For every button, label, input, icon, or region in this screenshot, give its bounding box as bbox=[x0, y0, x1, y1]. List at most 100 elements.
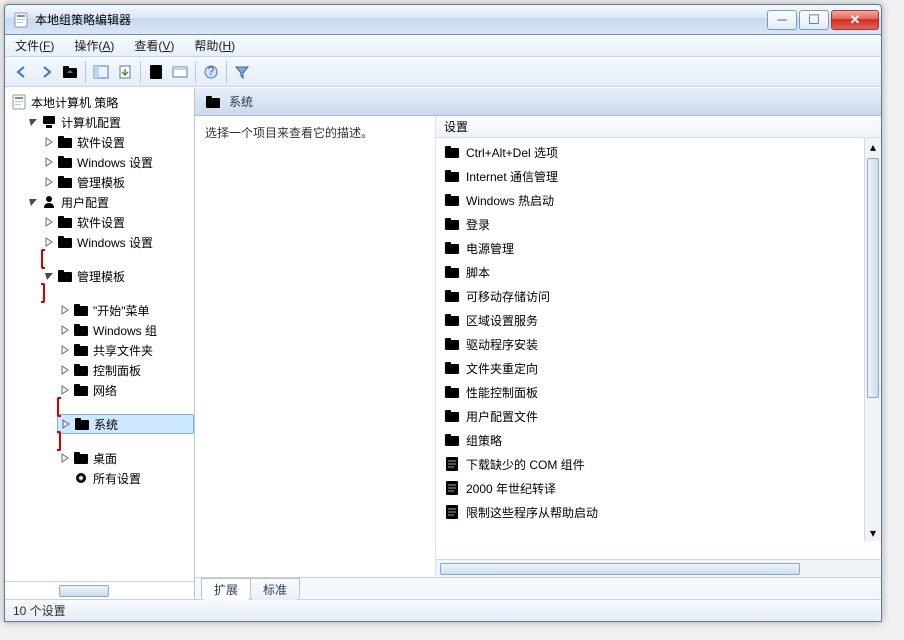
tree-horizontal-scrollbar[interactable] bbox=[5, 581, 194, 599]
forward-button[interactable] bbox=[35, 61, 57, 83]
menu-file[interactable]: 文件(F) bbox=[11, 35, 58, 56]
list-item[interactable]: 性能控制面板 bbox=[436, 380, 881, 404]
horizontal-scrollbar[interactable] bbox=[436, 559, 881, 577]
detail-tabs: 扩展 标准 bbox=[195, 577, 881, 599]
tree-item[interactable]: 软件设置 bbox=[41, 212, 194, 232]
tree-label: 桌面 bbox=[93, 450, 117, 467]
scrollbar-thumb[interactable] bbox=[440, 563, 800, 575]
tree-admin-templates[interactable]: 管理模板 bbox=[41, 266, 194, 286]
minimize-button[interactable]: ─ bbox=[767, 10, 797, 30]
tab-standard[interactable]: 标准 bbox=[250, 578, 300, 600]
scroll-down-icon[interactable]: ▾ bbox=[865, 524, 881, 541]
scroll-up-icon[interactable]: ▴ bbox=[865, 138, 881, 155]
separator-icon bbox=[195, 61, 196, 83]
tree-item-控制面板[interactable]: 控制面板 bbox=[57, 360, 194, 380]
tab-extended[interactable]: 扩展 bbox=[201, 578, 251, 600]
list-item[interactable]: 用户配置文件 bbox=[436, 404, 881, 428]
tree-label: Windows 组 bbox=[93, 322, 157, 339]
expander-icon[interactable] bbox=[59, 452, 71, 464]
folder-icon bbox=[57, 174, 73, 190]
list-item[interactable]: Windows 热启动 bbox=[436, 188, 881, 212]
list-item-label: 用户配置文件 bbox=[466, 408, 538, 425]
expander-icon[interactable] bbox=[43, 270, 55, 282]
menu-action[interactable]: 操作(A) bbox=[70, 35, 118, 56]
app-window: 本地组策略编辑器 ─ ☐ ✕ 文件(F) 操作(A) 查看(V) 帮助(H) ? bbox=[4, 4, 882, 622]
expander-icon[interactable] bbox=[27, 196, 39, 208]
list-item[interactable]: 下载缺少的 COM 组件 bbox=[436, 452, 881, 476]
maximize-button[interactable]: ☐ bbox=[799, 10, 829, 30]
tree-item-共享文件夹[interactable]: 共享文件夹 bbox=[57, 340, 194, 360]
tree-item[interactable]: 软件设置 bbox=[41, 132, 194, 152]
status-text: 10 个设置 bbox=[13, 602, 66, 619]
list-item-label: Internet 通信管理 bbox=[466, 168, 558, 185]
expander-icon[interactable] bbox=[43, 236, 55, 248]
tree-view[interactable]: 本地计算机 策略 计算机配置 软件设置 bbox=[5, 88, 194, 581]
tree-item-Windows 组[interactable]: Windows 组 bbox=[57, 320, 194, 340]
expander-icon[interactable] bbox=[59, 384, 71, 396]
expander-icon[interactable] bbox=[43, 216, 55, 228]
expander-icon[interactable] bbox=[59, 472, 71, 484]
list-item[interactable]: 登录 bbox=[436, 212, 881, 236]
close-button[interactable]: ✕ bbox=[831, 10, 879, 30]
list-item[interactable]: 2000 年世纪转译 bbox=[436, 476, 881, 500]
help-button[interactable]: ? bbox=[200, 61, 222, 83]
expander-icon[interactable] bbox=[59, 324, 71, 336]
vertical-scrollbar[interactable]: ▴ ▾ bbox=[864, 138, 881, 541]
tree-item[interactable]: Windows 设置 bbox=[41, 152, 194, 172]
list-item[interactable]: 文件夹重定向 bbox=[436, 356, 881, 380]
list-item[interactable]: 区域设置服务 bbox=[436, 308, 881, 332]
list-item[interactable]: 电源管理 bbox=[436, 236, 881, 260]
expander-icon[interactable] bbox=[43, 176, 55, 188]
menu-view[interactable]: 查看(V) bbox=[130, 35, 178, 56]
window-title: 本地组策略编辑器 bbox=[35, 11, 767, 28]
tree-item-"开始"菜单[interactable]: "开始"菜单 bbox=[57, 300, 194, 320]
expander-icon[interactable] bbox=[59, 364, 71, 376]
tree-item-网络[interactable]: 网络 bbox=[57, 380, 194, 400]
tree-label: 共享文件夹 bbox=[93, 342, 153, 359]
tree-label: 所有设置 bbox=[93, 470, 141, 487]
tree-item-桌面[interactable]: 桌面 bbox=[57, 448, 194, 468]
settings-list[interactable]: Ctrl+Alt+Del 选项 Internet 通信管理 Windows 热启动登… bbox=[436, 138, 881, 559]
refresh-button[interactable] bbox=[169, 61, 191, 83]
scrollbar-thumb[interactable] bbox=[867, 158, 879, 398]
column-header-settings[interactable]: 设置 bbox=[436, 116, 881, 138]
root-icon bbox=[11, 94, 27, 110]
tree-root[interactable]: 本地计算机 策略 bbox=[9, 92, 194, 112]
up-button[interactable] bbox=[59, 61, 81, 83]
list-item[interactable]: 可移动存储访问 bbox=[436, 284, 881, 308]
list-item[interactable]: Internet 通信管理 bbox=[436, 164, 881, 188]
scrollbar-thumb[interactable] bbox=[59, 585, 109, 597]
list-item-label: 组策略 bbox=[466, 432, 502, 449]
tree-label: 控制面板 bbox=[93, 362, 141, 379]
column-header-label: 设置 bbox=[444, 118, 468, 135]
list-item[interactable]: 组策略 bbox=[436, 428, 881, 452]
tree-user-config[interactable]: 用户配置 bbox=[25, 192, 194, 212]
expander-icon[interactable] bbox=[43, 156, 55, 168]
gear-icon bbox=[73, 470, 89, 486]
list-item[interactable]: 脚本 bbox=[436, 260, 881, 284]
list-item[interactable]: 驱动程序安装 bbox=[436, 332, 881, 356]
back-button[interactable] bbox=[11, 61, 33, 83]
titlebar[interactable]: 本地组策略编辑器 ─ ☐ ✕ bbox=[5, 5, 881, 35]
highlight-system: 系统 bbox=[57, 397, 194, 451]
expander-icon[interactable] bbox=[59, 344, 71, 356]
tree-item[interactable]: 管理模板 bbox=[41, 172, 194, 192]
menu-help[interactable]: 帮助(H) bbox=[190, 35, 239, 56]
export-list-button[interactable] bbox=[114, 61, 136, 83]
tree-item[interactable]: Windows 设置 bbox=[41, 232, 194, 252]
expander-icon[interactable] bbox=[59, 304, 71, 316]
filter-button[interactable] bbox=[231, 61, 253, 83]
list-item[interactable]: Ctrl+Alt+Del 选项 bbox=[436, 140, 881, 164]
list-item-label: 区域设置服务 bbox=[466, 312, 538, 329]
show-hide-tree-button[interactable] bbox=[90, 61, 112, 83]
tree-item-所有设置[interactable]: 所有设置 bbox=[57, 468, 194, 488]
tree-item-系统[interactable]: 系统 bbox=[57, 414, 194, 434]
list-item[interactable]: 限制这些程序从帮助启动 bbox=[436, 500, 881, 524]
tree-computer-config[interactable]: 计算机配置 bbox=[25, 112, 194, 132]
expander-icon[interactable] bbox=[43, 136, 55, 148]
expander-icon[interactable] bbox=[60, 418, 72, 430]
properties-button[interactable] bbox=[145, 61, 167, 83]
close-icon: ✕ bbox=[850, 12, 861, 28]
expander-icon[interactable] bbox=[27, 116, 39, 128]
app-icon bbox=[13, 12, 29, 28]
